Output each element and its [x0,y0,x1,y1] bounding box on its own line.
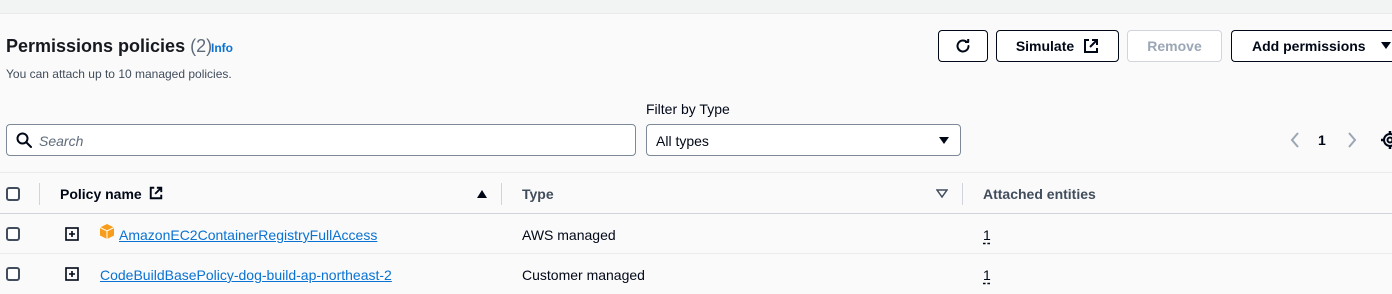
search-input[interactable] [39,131,619,151]
type-filter-select[interactable]: All types [646,124,961,156]
add-permissions-label: Add permissions [1252,38,1366,54]
simulate-button[interactable]: Simulate [996,30,1119,62]
page-description: You can attach up to 10 managed policies… [6,67,232,81]
top-band [0,0,1392,14]
row-checkbox[interactable] [6,227,20,241]
expand-row-icon[interactable] [65,267,79,281]
policy-link[interactable]: CodeBuildBasePolicy-dog-build-ap-northea… [100,267,392,283]
sort-ascending-icon[interactable] [476,189,488,199]
aws-managed-cube-icon [99,224,115,239]
page-title: Permissions policies (2) [6,36,212,57]
info-link[interactable]: Info [211,41,233,55]
column-header-type[interactable]: Type [522,186,554,202]
table-header: Policy name Type Attached entities [0,172,1392,214]
table-row: CodeBuildBasePolicy-dog-build-ap-northea… [0,254,1392,294]
remove-button[interactable]: Remove [1127,30,1222,62]
policy-link[interactable]: AmazonEC2ContainerRegistryFullAccess [119,227,377,243]
caret-down-icon [1380,42,1391,49]
refresh-icon [956,39,970,53]
search-icon [16,132,32,148]
caret-down-icon [939,137,949,144]
expand-row-icon[interactable] [65,227,79,241]
search-field[interactable] [6,124,636,156]
simulate-label: Simulate [1015,38,1075,54]
column-divider [501,183,502,205]
policy-count: (2) [190,36,213,56]
column-divider [39,183,40,205]
row-checkbox[interactable] [6,267,20,281]
external-link-icon [149,186,162,200]
column-divider [962,183,963,205]
table-row: AmazonEC2ContainerRegistryFullAccess AWS… [0,214,1392,254]
previous-page-icon[interactable] [1288,131,1302,149]
attached-entities-count[interactable]: 1 [983,227,991,243]
page-title-text: Permissions policies [6,36,186,56]
gear-icon[interactable] [1380,130,1392,150]
column-header-policy-name-label: Policy name [60,186,142,202]
column-header-policy-name[interactable]: Policy name [60,186,163,202]
refresh-button[interactable] [938,30,988,62]
policy-type: Customer managed [522,267,645,283]
policy-type: AWS managed [522,227,616,243]
column-header-attached-entities: Attached entities [983,186,1096,202]
external-link-icon [1084,39,1099,53]
select-all-checkbox[interactable] [6,187,20,201]
filter-by-type-label: Filter by Type [646,101,730,117]
current-page-number[interactable]: 1 [1318,132,1326,148]
sort-icon[interactable] [936,189,948,199]
attached-entities-count[interactable]: 1 [983,267,991,283]
type-filter-value: All types [656,133,709,149]
remove-label: Remove [1147,38,1202,54]
next-page-icon[interactable] [1345,131,1359,149]
add-permissions-button[interactable]: Add permissions [1231,30,1392,62]
